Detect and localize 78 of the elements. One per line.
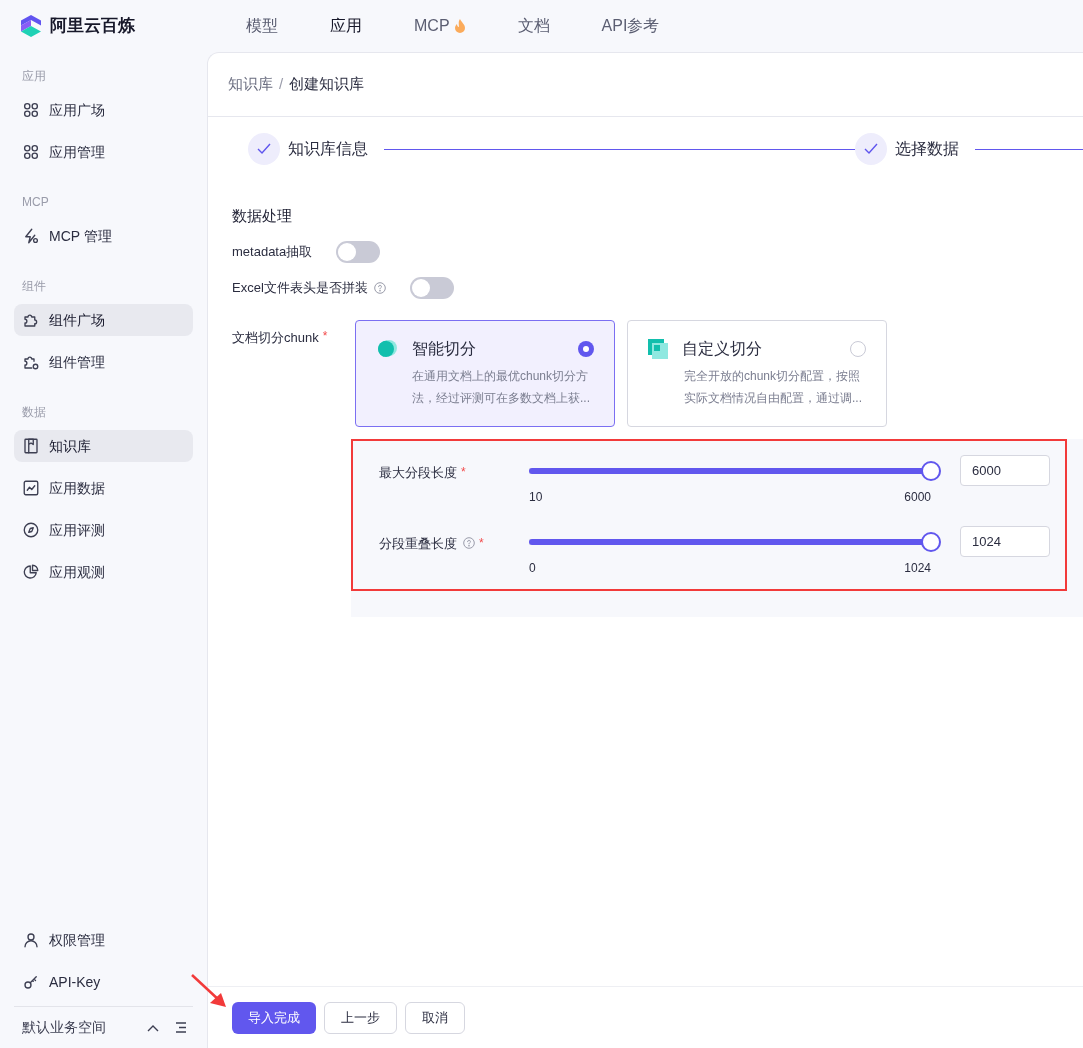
number-input[interactable]: 6000 <box>960 454 1050 486</box>
sidebar-item[interactable]: 应用管理 <box>14 136 193 168</box>
slider-thumb[interactable] <box>921 531 941 552</box>
sidebar-item[interactable]: 应用广场 <box>14 94 193 126</box>
action-button[interactable]: 上一步 <box>324 1001 397 1034</box>
option-card[interactable]: 自定义切分 完全开放的chunk切分配置，按照实际文档情况自由配置，通过调... <box>627 319 887 427</box>
sidebar-item[interactable]: 组件广场 <box>14 304 193 336</box>
nav-tab[interactable]: 文档 <box>497 14 570 38</box>
switch-label: Excel文件表头是否拼装 <box>232 278 368 297</box>
logo-icon <box>20 14 42 38</box>
field-label: 最大分段长度 <box>379 463 457 482</box>
caret-up-icon[interactable] <box>147 1023 159 1032</box>
sidebar-item[interactable]: 权限管理 <box>14 924 193 956</box>
slider-max-label: 1024 <box>904 559 931 577</box>
number-input[interactable]: 1024 <box>960 525 1050 557</box>
required-mark: * <box>479 535 484 552</box>
slider-max-label: 6000 <box>904 488 931 506</box>
step-label: 选择数据 <box>895 139 959 159</box>
section-title: 数据处理 <box>232 206 293 226</box>
check-icon <box>864 143 878 155</box>
annotation-arrow <box>190 973 228 1009</box>
puzzle-icon <box>22 311 40 329</box>
user-icon <box>22 931 40 949</box>
leaf-icon <box>376 338 398 359</box>
sidebar-group-title: 组件 <box>21 278 47 295</box>
option-description: 完全开放的chunk切分配置，按照实际文档情况自由配置，通过调... <box>683 367 863 407</box>
help-icon <box>463 537 475 550</box>
nav-tab[interactable]: 模型 <box>226 14 298 38</box>
action-button[interactable]: 导入完成 <box>232 1001 316 1034</box>
slider-min-label: 0 <box>529 559 536 577</box>
toggle-switch[interactable] <box>336 240 381 263</box>
slider-thumb[interactable] <box>921 460 941 481</box>
sidebar-item[interactable]: API-Key <box>14 966 193 998</box>
sidebar-item[interactable]: 应用评测 <box>14 514 193 546</box>
breadcrumb-link[interactable]: 知识库 <box>228 73 273 96</box>
slider-min-label: 10 <box>529 488 543 506</box>
option-description: 在通用文档上的最优chunk切分方法，经过评测可在多数文档上获... <box>411 367 591 407</box>
key-icon <box>22 973 40 991</box>
option-title: 智能切分 <box>412 338 477 359</box>
book-icon <box>22 437 40 455</box>
field-label: 分段重叠长度 <box>379 534 457 553</box>
sidebar-item[interactable]: 知识库 <box>14 430 193 462</box>
grid-icon <box>22 101 40 119</box>
option-card[interactable]: 智能切分 在通用文档上的最优chunk切分方法，经过评测可在多数文档上获... <box>355 319 615 427</box>
lightning-icon <box>22 227 40 245</box>
menu-icon[interactable] <box>175 1022 187 1033</box>
sidebar-group-title: 应用 <box>21 68 47 85</box>
required-mark: * <box>461 464 466 481</box>
radio-button[interactable] <box>850 340 866 357</box>
radio-button[interactable] <box>578 340 594 357</box>
square-icon <box>648 338 668 359</box>
help-icon <box>373 281 386 294</box>
sidebar-item[interactable]: 应用数据 <box>14 472 193 504</box>
sidebar-group-title: MCP <box>21 194 50 211</box>
nav-tab[interactable]: 应用 <box>310 14 382 38</box>
nav-tab[interactable]: API参考 <box>581 14 680 38</box>
pie-chart-icon <box>22 563 40 581</box>
compass-icon <box>22 521 40 539</box>
breadcrumb-current: 创建知识库 <box>289 74 365 95</box>
sidebar-item[interactable]: MCP 管理 <box>14 220 193 252</box>
nav-tab[interactable]: MCP <box>394 14 486 38</box>
chart-icon <box>22 479 40 497</box>
switch-label: metadata抽取 <box>232 242 313 261</box>
sidebar-group-title: 数据 <box>21 404 47 421</box>
action-button[interactable]: 取消 <box>405 1001 465 1034</box>
puzzle-gear-icon <box>22 353 40 371</box>
required-mark: * <box>322 327 328 344</box>
sidebar-item[interactable]: 应用观测 <box>14 556 193 588</box>
toggle-switch[interactable] <box>409 276 454 299</box>
grid-icon <box>22 143 40 161</box>
check-icon <box>257 143 271 155</box>
brand-name: 阿里云百炼 <box>50 15 135 38</box>
option-title: 自定义切分 <box>682 338 763 359</box>
workspace-name: 默认业务空间 <box>22 1018 107 1037</box>
breadcrumb-separator: / <box>279 74 284 95</box>
step-label: 知识库信息 <box>288 139 368 159</box>
field-label: 文档切分chunk <box>232 328 319 347</box>
sidebar-item[interactable]: 组件管理 <box>14 346 193 378</box>
